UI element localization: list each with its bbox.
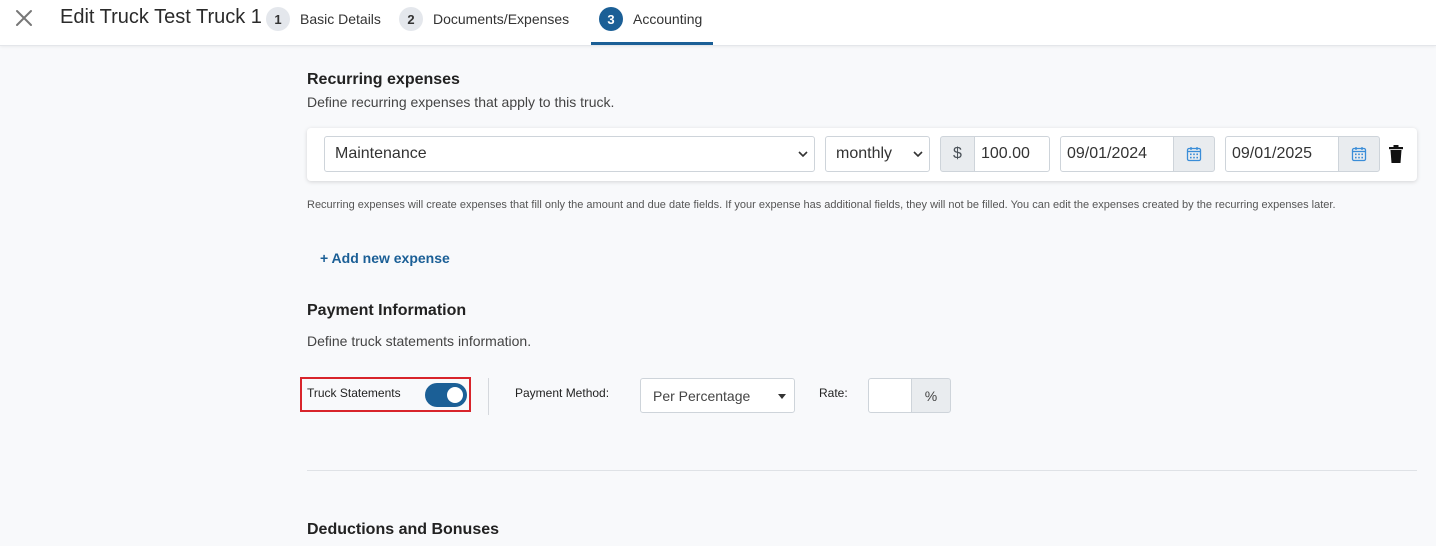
rate-input[interactable] xyxy=(868,378,912,413)
step-label: Documents/Expenses xyxy=(433,11,570,27)
step-accounting[interactable]: 3 Accounting xyxy=(599,6,702,32)
add-new-expense-link[interactable]: + Add new expense xyxy=(320,250,450,266)
payment-information-subtitle: Define truck statements information. xyxy=(307,333,532,349)
deductions-bonuses-title: Deductions and Bonuses xyxy=(307,521,500,538)
page-title: Edit Truck Test Truck 1 xyxy=(60,6,262,28)
section-divider xyxy=(307,470,1417,471)
payment-information-title: Payment Information xyxy=(307,302,467,319)
truck-statements-label: Truck Statements xyxy=(307,386,401,400)
close-icon[interactable] xyxy=(14,8,34,28)
expense-type-select[interactable]: Maintenance xyxy=(324,136,815,172)
percent-addon: % xyxy=(911,378,951,413)
chevron-down-icon xyxy=(913,151,923,158)
end-date-value: 09/01/2025 xyxy=(1232,145,1313,162)
toggle-knob xyxy=(447,387,463,403)
step-label: Accounting xyxy=(633,11,703,27)
recurring-expenses-note: Recurring expenses will create expenses … xyxy=(307,199,1336,211)
recurring-expense-row: Maintenance monthly $ 100.00 09/01/2024 … xyxy=(307,128,1417,181)
step-documents-expenses[interactable]: 2 Documents/Expenses xyxy=(399,6,569,32)
currency-addon: $ xyxy=(940,136,975,172)
step-basic-details[interactable]: 1 Basic Details xyxy=(266,6,381,32)
caret-down-icon xyxy=(778,394,786,399)
amount-input[interactable]: 100.00 xyxy=(974,136,1050,172)
end-date-calendar-button[interactable] xyxy=(1338,136,1380,172)
frequency-value: monthly xyxy=(836,145,893,162)
payment-method-label: Payment Method: xyxy=(515,386,610,400)
start-date-input[interactable]: 09/01/2024 xyxy=(1060,136,1174,172)
recurring-expenses-subtitle: Define recurring expenses that apply to … xyxy=(307,94,615,110)
amount-value: 100.00 xyxy=(981,145,1030,162)
frequency-select[interactable]: monthly xyxy=(825,136,930,172)
calendar-icon xyxy=(1351,147,1367,162)
active-step-indicator xyxy=(591,42,713,45)
end-date-input[interactable]: 09/01/2025 xyxy=(1225,136,1339,172)
trash-icon[interactable] xyxy=(1389,145,1403,163)
step-number: 1 xyxy=(266,7,290,31)
step-number: 2 xyxy=(399,7,423,31)
step-label: Basic Details xyxy=(300,11,381,27)
step-number: 3 xyxy=(599,7,623,31)
payment-method-select[interactable]: Per Percentage xyxy=(640,378,795,413)
payment-method-value: Per Percentage xyxy=(653,387,751,404)
start-date-calendar-button[interactable] xyxy=(1173,136,1215,172)
expense-type-value: Maintenance xyxy=(335,145,427,162)
calendar-icon xyxy=(1186,147,1202,162)
recurring-expenses-title: Recurring expenses xyxy=(307,71,460,88)
top-bar: Edit Truck Test Truck 1 1 Basic Details … xyxy=(0,0,1436,46)
divider xyxy=(488,378,489,415)
rate-label: Rate: xyxy=(819,386,848,400)
start-date-value: 09/01/2024 xyxy=(1067,145,1148,162)
chevron-down-icon xyxy=(798,151,808,158)
truck-statements-toggle[interactable] xyxy=(425,383,467,407)
